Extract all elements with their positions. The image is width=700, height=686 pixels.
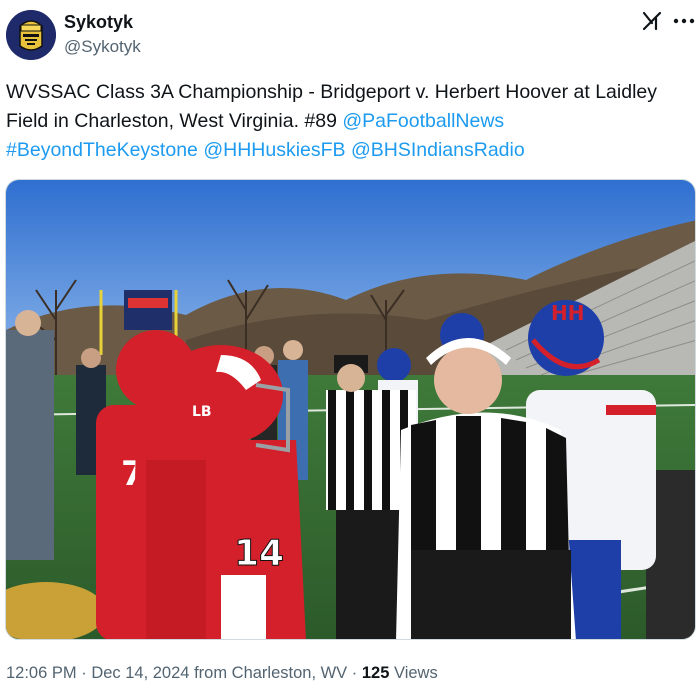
football-coin-toss-photo: HH 7 14 LB <box>6 180 695 639</box>
tweet-location[interactable]: from Charleston, WV <box>194 664 347 682</box>
tweet-time[interactable]: 12:06 PM <box>6 664 77 682</box>
author-handle[interactable]: @Sykotyk <box>64 37 141 57</box>
knight-helmet-avatar <box>6 10 56 60</box>
svg-text:14: 14 <box>234 533 284 574</box>
tweet-header: Sykotyk @Sykotyk <box>0 0 700 70</box>
tweet-metadata: 12:06 PM · Dec 14, 2024 from Charleston,… <box>6 664 438 683</box>
author-display-name[interactable]: Sykotyk <box>64 12 133 33</box>
views-label: Views <box>394 664 438 682</box>
meta-separator: · <box>81 664 87 682</box>
tweet-body: WVSSAC Class 3A Championship - Bridgepor… <box>6 81 658 132</box>
svg-text:LB: LB <box>192 404 212 420</box>
mention-bhsindiansradio[interactable]: @BHSIndiansRadio <box>351 139 525 161</box>
more-options-icon[interactable] <box>672 10 696 32</box>
grok-icon[interactable] <box>641 10 663 32</box>
tweet-text: WVSSAC Class 3A Championship - Bridgepor… <box>6 78 686 165</box>
mention-hhhuskiesfb[interactable]: @HHHuskiesFB <box>203 139 345 161</box>
author-avatar[interactable] <box>6 10 56 60</box>
hashtag-beyondthekeystone[interactable]: #BeyondTheKeystone <box>6 139 198 161</box>
views-count[interactable]: 125 <box>362 664 390 682</box>
tweet-photo[interactable]: HH 7 14 LB <box>5 179 696 640</box>
meta-separator: · <box>351 664 358 682</box>
svg-text:HH: HH <box>551 301 584 325</box>
tweet-date[interactable]: Dec 14, 2024 <box>91 664 189 682</box>
mention-pafootballnews[interactable]: @PaFootballNews <box>342 110 504 132</box>
